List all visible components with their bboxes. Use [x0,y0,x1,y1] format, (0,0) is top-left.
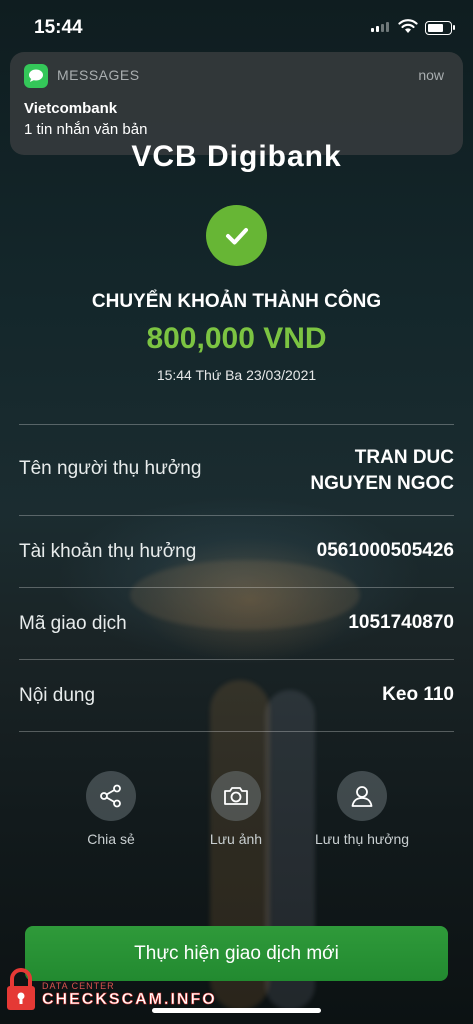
content-value: Keo 110 [382,684,454,705]
cellular-signal-icon [371,22,389,32]
lock-icon [7,968,35,1010]
divider [19,587,454,588]
divider [19,515,454,516]
brand-logo: VCB Digibank [131,140,342,173]
beneficiary-account-label: Tài khoản thụ hưởng [19,541,197,562]
save-image-label: Lưu ảnh [209,831,263,847]
camera-icon [211,771,261,821]
notification-app-name: MESSAGES [57,67,140,83]
beneficiary-name-label: Tên người thụ hưởng [19,458,202,479]
transaction-code-value: 1051740870 [348,612,454,633]
beneficiary-name-value: TRAN DUC NGUYEN NGOC [310,445,454,497]
wifi-icon [398,19,418,33]
notification-time: now [418,67,444,83]
share-button[interactable]: Chia sẻ [46,771,176,847]
home-indicator[interactable] [152,1008,321,1013]
divider [19,731,454,732]
save-beneficiary-label: Lưu thụ hưởng [314,831,410,847]
save-image-button[interactable]: Lưu ảnh [171,771,301,847]
transfer-amount: 800,000 VND [146,322,327,355]
transfer-status: CHUYỂN KHOẢN THÀNH CÔNG [91,291,382,312]
transaction-code-label: Mã giao dịch [19,613,127,634]
battery-icon [425,21,455,35]
share-label: Chia sẻ [87,831,135,847]
share-icon [86,771,136,821]
notification-body: 1 tin nhắn văn bản [24,121,148,138]
watermark-subtitle: DATA CENTER [42,981,115,991]
messages-app-icon [24,64,48,88]
person-icon [337,771,387,821]
divider [19,659,454,660]
beneficiary-name-line2: NGUYEN NGOC [310,473,454,494]
city-lights [130,560,360,630]
beneficiary-name-line1: TRAN DUC [354,447,454,468]
save-beneficiary-button[interactable]: Lưu thụ hưởng [297,771,427,847]
content-label: Nội dung [19,685,96,706]
status-bar: 15:44 [0,0,473,50]
beneficiary-account-value: 0561000505426 [316,540,454,561]
notification-title: Vietcombank [24,100,118,117]
transfer-datetime: 15:44 Thứ Ba 23/03/2021 [156,367,317,383]
status-time: 15:44 [34,17,83,38]
watermark-title: CHECKSCAM.INFO [42,991,217,1009]
divider [19,424,454,425]
success-check-icon [206,205,267,266]
